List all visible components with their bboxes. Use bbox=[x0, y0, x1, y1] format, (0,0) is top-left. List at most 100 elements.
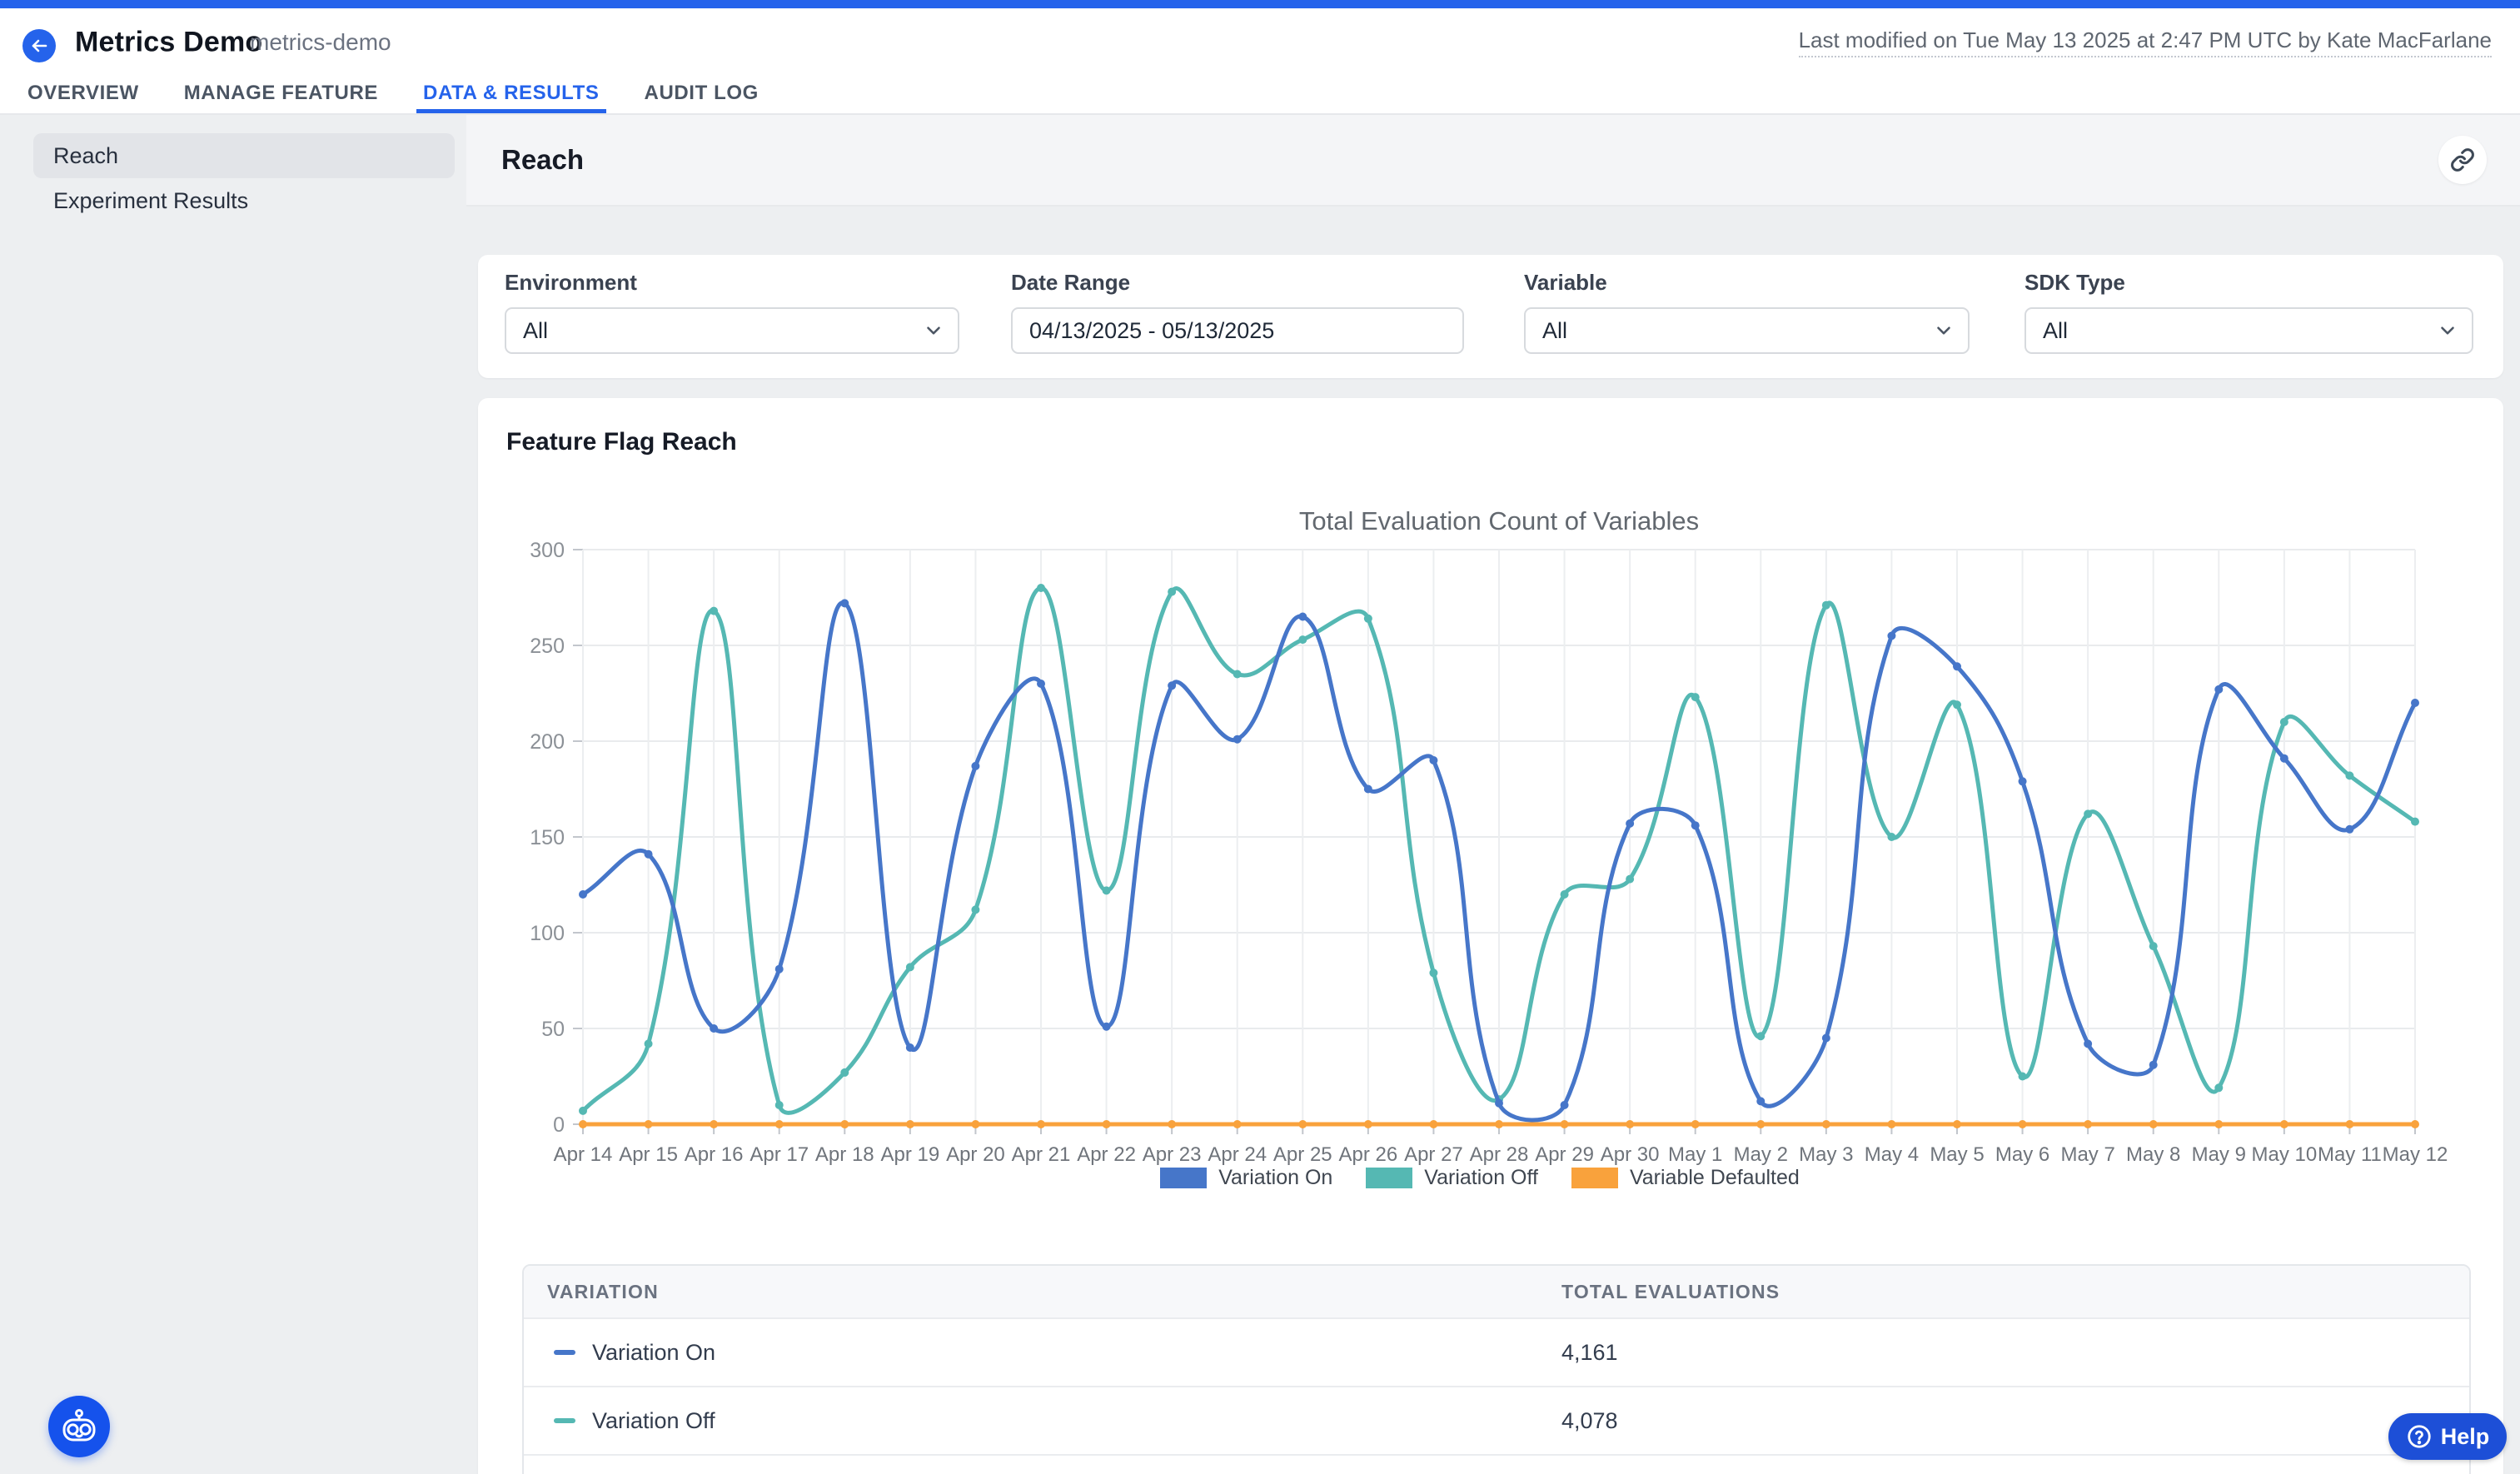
column-header-variation: VARIATION bbox=[524, 1281, 659, 1303]
robot-icon bbox=[60, 1407, 98, 1446]
svg-text:Apr 22: Apr 22 bbox=[1077, 1143, 1136, 1166]
svg-text:Apr 17: Apr 17 bbox=[750, 1143, 809, 1166]
tab-audit-log[interactable]: AUDIT LOG bbox=[638, 77, 765, 113]
svg-text:May 2: May 2 bbox=[1734, 1143, 1788, 1166]
help-button-label: Help bbox=[2441, 1424, 2490, 1450]
section-header: Reach bbox=[466, 115, 2520, 207]
legend-swatch-variation-on[interactable] bbox=[1160, 1168, 1207, 1188]
table-row-variation-on[interactable]: Variation On 4,161 bbox=[524, 1317, 2469, 1386]
filter-value: All bbox=[523, 318, 548, 344]
svg-text:Apr 24: Apr 24 bbox=[1208, 1143, 1267, 1166]
svg-text:May 11: May 11 bbox=[2318, 1143, 2382, 1166]
svg-text:250: 250 bbox=[530, 635, 565, 658]
chevron-down-icon bbox=[2437, 320, 2458, 341]
svg-text:50: 50 bbox=[541, 1018, 565, 1041]
last-modified-text: Last modified on Tue May 13 2025 at 2:47… bbox=[1799, 27, 2492, 57]
svg-text:100: 100 bbox=[530, 922, 565, 945]
legend-label-variable-defaulted[interactable]: Variable Defaulted bbox=[1630, 1166, 1800, 1190]
assistant-fab[interactable] bbox=[48, 1396, 110, 1457]
arrow-left-icon bbox=[29, 36, 49, 56]
svg-text:May 7: May 7 bbox=[2060, 1143, 2114, 1166]
svg-text:Apr 25: Apr 25 bbox=[1273, 1143, 1332, 1166]
table-row-variable-defaulted[interactable]: Variable Defaulted0 bbox=[524, 1454, 2469, 1474]
svg-text:150: 150 bbox=[530, 826, 565, 849]
series-color-dash bbox=[554, 1350, 575, 1355]
svg-text:May 6: May 6 bbox=[1995, 1143, 2049, 1166]
svg-text:May 1: May 1 bbox=[1668, 1143, 1722, 1166]
legend-label-variation-off[interactable]: Variation Off bbox=[1424, 1166, 1538, 1190]
filter-label-variable: Variable bbox=[1524, 270, 1970, 296]
variation-name: Variation On bbox=[592, 1340, 715, 1366]
svg-text:May 5: May 5 bbox=[1930, 1143, 1984, 1166]
reach-chart-card: Feature Flag Reach Total Evaluation Coun… bbox=[478, 398, 2503, 1474]
svg-text:Apr 21: Apr 21 bbox=[1012, 1143, 1071, 1166]
select-environment[interactable]: All bbox=[505, 307, 959, 354]
content-area: ReachExperiment Results Reach Environmen… bbox=[0, 115, 2520, 1474]
filter-group-variable: Variable All bbox=[1524, 270, 1970, 354]
svg-text:May 12: May 12 bbox=[2383, 1143, 2448, 1166]
total-evaluations-value: 4,078 bbox=[1561, 1408, 1618, 1434]
filter-group-date-range: Date Range04/13/2025 - 05/13/2025 bbox=[1011, 270, 1464, 354]
legend-swatch-variable-defaulted[interactable] bbox=[1571, 1168, 1618, 1188]
help-button[interactable]: Help bbox=[2388, 1413, 2507, 1460]
svg-text:May 3: May 3 bbox=[1799, 1143, 1853, 1166]
svg-text:Apr 29: Apr 29 bbox=[1535, 1143, 1594, 1166]
filter-value: All bbox=[1542, 318, 1567, 344]
legend-label-variation-on[interactable]: Variation On bbox=[1218, 1166, 1332, 1190]
chart-card-title: Feature Flag Reach bbox=[506, 428, 737, 456]
select-variable[interactable]: All bbox=[1524, 307, 1970, 354]
tab-bar: OVERVIEW MANAGE FEATURE DATA & RESULTS AUDI… bbox=[0, 77, 2520, 115]
svg-text:Apr 28: Apr 28 bbox=[1470, 1143, 1529, 1166]
top-accent-bar bbox=[0, 0, 2520, 8]
filter-value: 04/13/2025 - 05/13/2025 bbox=[1029, 318, 1274, 344]
total-evaluations-value: 4,161 bbox=[1561, 1340, 1618, 1366]
sidebar: ReachExperiment Results bbox=[0, 115, 466, 1474]
chevron-down-icon bbox=[1933, 320, 1955, 341]
back-button[interactable] bbox=[22, 29, 56, 62]
sidebar-item-reach[interactable]: Reach bbox=[33, 133, 455, 178]
svg-text:Apr 30: Apr 30 bbox=[1601, 1143, 1660, 1166]
sidebar-item-experiment-results[interactable]: Experiment Results bbox=[33, 178, 455, 223]
input-date-range[interactable]: 04/13/2025 - 05/13/2025 bbox=[1011, 307, 1464, 354]
svg-text:Apr 19: Apr 19 bbox=[880, 1143, 939, 1166]
table-header-row: VARIATION TOTAL EVALUATIONS bbox=[524, 1266, 2469, 1317]
filter-label-sdk-type: SDK Type bbox=[2024, 270, 2473, 296]
copy-link-button[interactable] bbox=[2438, 136, 2487, 184]
table-row-variation-off[interactable]: Variation Off 4,078 bbox=[524, 1386, 2469, 1454]
legend-swatch-variation-off[interactable] bbox=[1366, 1168, 1412, 1188]
evaluations-line-chart: 050100150200250300Apr 14Apr 15Apr 16Apr … bbox=[478, 533, 2503, 1166]
chart-title: Total Evaluation Count of Variables bbox=[583, 506, 2415, 536]
link-icon bbox=[2450, 147, 2475, 172]
svg-text:May 10: May 10 bbox=[2252, 1143, 2318, 1166]
chevron-down-icon bbox=[923, 320, 944, 341]
svg-text:Apr 18: Apr 18 bbox=[815, 1143, 874, 1166]
app-root: Metrics Demo metrics-demo Last modified … bbox=[0, 0, 2520, 1474]
svg-text:0: 0 bbox=[553, 1113, 565, 1137]
svg-text:Apr 26: Apr 26 bbox=[1338, 1143, 1397, 1166]
feature-title: Metrics Demo bbox=[75, 27, 262, 59]
svg-text:May 4: May 4 bbox=[1865, 1143, 1919, 1166]
select-sdk-type[interactable]: All bbox=[2024, 307, 2473, 354]
svg-text:Apr 20: Apr 20 bbox=[946, 1143, 1005, 1166]
tab-data-results[interactable]: DATA & RESULTS bbox=[416, 77, 606, 113]
variation-name: Variation Off bbox=[592, 1408, 715, 1434]
question-circle-icon bbox=[2406, 1423, 2433, 1450]
filter-group-sdk-type: SDK Type All bbox=[2024, 270, 2473, 354]
filters-card: EnvironmentAll Date Range04/13/2025 - 05/… bbox=[478, 255, 2503, 378]
svg-text:Apr 15: Apr 15 bbox=[619, 1143, 678, 1166]
svg-text:Apr 14: Apr 14 bbox=[554, 1143, 613, 1166]
filter-group-environment: EnvironmentAll bbox=[505, 270, 959, 354]
svg-text:200: 200 bbox=[530, 730, 565, 754]
svg-text:May 9: May 9 bbox=[2192, 1143, 2246, 1166]
chart-legend: Variation On Variation Off Variable Defaul… bbox=[478, 1166, 2503, 1190]
variation-totals-table: VARIATION TOTAL EVALUATIONS Variation On… bbox=[522, 1264, 2471, 1474]
tab-overview[interactable]: OVERVIEW bbox=[21, 77, 146, 113]
section-title: Reach bbox=[501, 144, 584, 176]
svg-text:300: 300 bbox=[530, 539, 565, 562]
column-header-total-evaluations: TOTAL EVALUATIONS bbox=[1561, 1281, 1780, 1303]
series-variable-defaulted bbox=[579, 1120, 2419, 1128]
svg-text:May 8: May 8 bbox=[2126, 1143, 2180, 1166]
svg-text:Apr 23: Apr 23 bbox=[1143, 1143, 1202, 1166]
tab-manage-feature[interactable]: MANAGE FEATURE bbox=[177, 77, 385, 113]
page-header: Metrics Demo metrics-demo Last modified … bbox=[0, 8, 2520, 77]
